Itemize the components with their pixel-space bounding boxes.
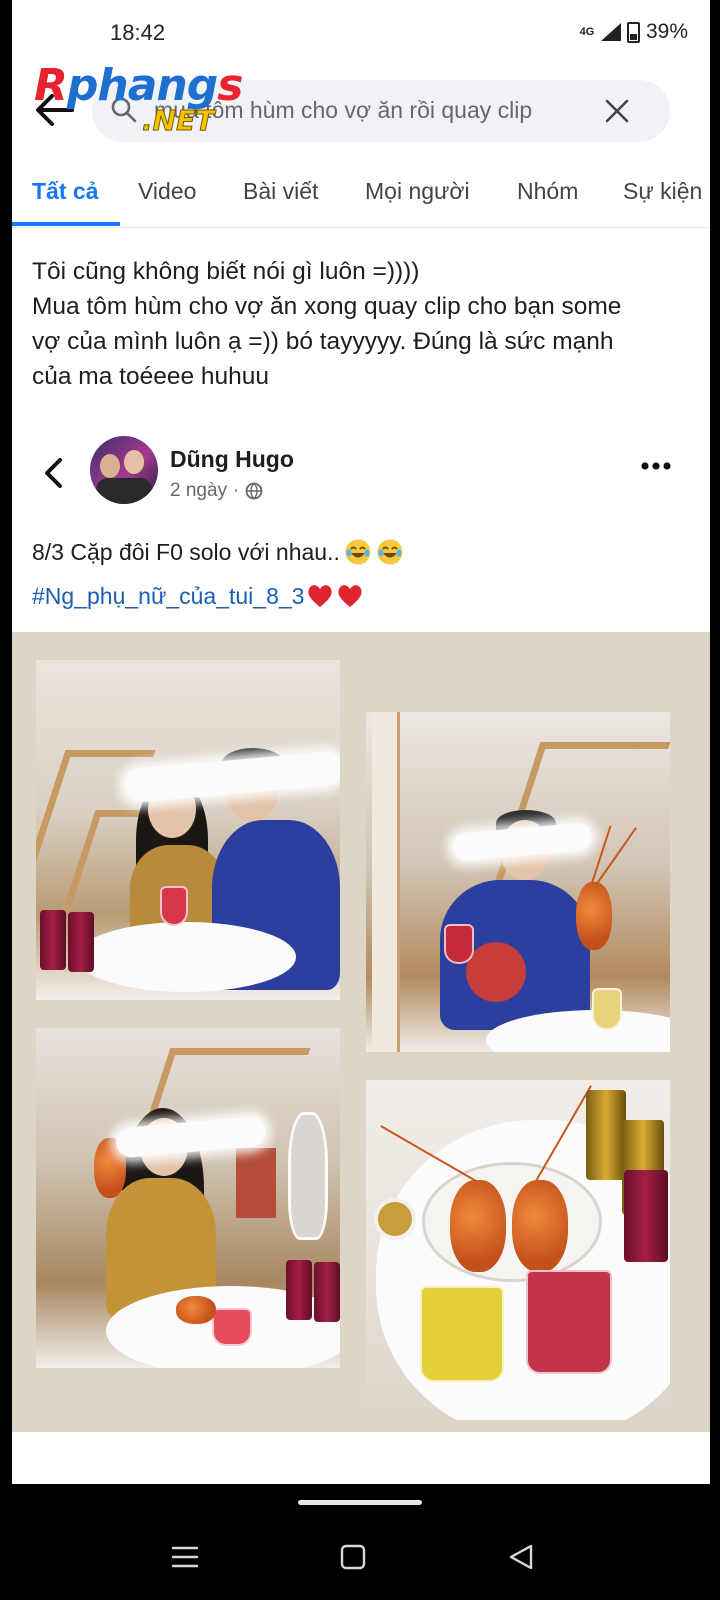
home-icon[interactable] xyxy=(338,1542,368,1572)
back-icon[interactable] xyxy=(506,1542,536,1572)
signal-icon xyxy=(600,23,621,41)
post-hashtag-line: #Ng_phụ_nữ_của_tui_8_3 xyxy=(32,582,364,610)
post-time[interactable]: 2 ngày xyxy=(170,480,227,502)
post-text-content: 8/3 Cặp đôi F0 solo với nhau.. xyxy=(32,538,340,565)
home-indicator[interactable] xyxy=(298,1500,422,1505)
post-meta: 2 ngày · xyxy=(170,480,263,502)
recent-apps-icon[interactable] xyxy=(170,1542,200,1572)
caption-line: Mua tôm hùm cho vợ ăn xong quay clip cho… xyxy=(32,293,622,320)
tab-video[interactable]: Video xyxy=(138,178,196,205)
status-indicators: 4G 39% xyxy=(579,20,688,44)
caption-line: vợ của mình luôn ạ =)) bó tayyyyy. Đúng … xyxy=(32,328,614,355)
photo-woman-lobster[interactable] xyxy=(36,1028,340,1368)
battery-percent: 39% xyxy=(645,20,688,43)
tab-all[interactable]: Tất cả xyxy=(32,178,98,205)
tab-groups[interactable]: Nhóm xyxy=(517,178,578,205)
laughing-emoji-icon xyxy=(377,539,403,565)
photo-couple-toast[interactable] xyxy=(36,660,340,1000)
post-author[interactable]: Dũng Hugo xyxy=(170,446,294,473)
watermark-logo: Rphangs .NET xyxy=(34,60,274,146)
active-tab-indicator xyxy=(12,222,120,226)
search-filter-tabs: Tất cả Video Bài viết Mọi người Nhóm Sự … xyxy=(12,168,710,228)
more-options-icon[interactable] xyxy=(640,458,672,474)
watermark-suffix: .NET xyxy=(141,104,215,138)
heart-emoji-icon xyxy=(338,585,363,607)
photo-lobster-table[interactable] xyxy=(366,1080,670,1420)
photo-collage[interactable] xyxy=(12,632,710,1432)
caption-line: của ma toéeee huhuu xyxy=(32,363,270,390)
status-bar: 18:42 4G 39% xyxy=(12,0,710,64)
network-type: 4G xyxy=(579,26,595,38)
caption-line: Tôi cũng không biết nói gì luôn =)))) xyxy=(32,258,420,285)
status-time: 18:42 xyxy=(110,20,166,45)
laughing-emoji-icon xyxy=(345,539,371,565)
tab-posts[interactable]: Bài viết xyxy=(243,178,318,205)
chevron-left-icon[interactable] xyxy=(40,456,66,490)
meta-separator: · xyxy=(233,480,240,501)
share-caption: Tôi cũng không biết nói gì luôn =)))) Mu… xyxy=(32,254,692,394)
avatar[interactable] xyxy=(90,436,158,504)
clear-search-icon[interactable] xyxy=(604,98,630,124)
facebook-search-screen: 18:42 4G 39% Rphangs .NET mua tôm hùm ch… xyxy=(12,0,710,1484)
photo-man-lobster[interactable] xyxy=(366,712,670,1052)
tab-events[interactable]: Sự kiện xyxy=(623,178,702,205)
globe-icon xyxy=(245,482,263,500)
post-text: 8/3 Cặp đôi F0 solo với nhau.. xyxy=(32,538,404,566)
battery-icon xyxy=(626,21,640,43)
hashtag-link[interactable]: #Ng_phụ_nữ_của_tui_8_3 xyxy=(32,583,304,610)
heart-emoji-icon xyxy=(308,585,333,607)
tab-people[interactable]: Mọi người xyxy=(365,178,470,205)
